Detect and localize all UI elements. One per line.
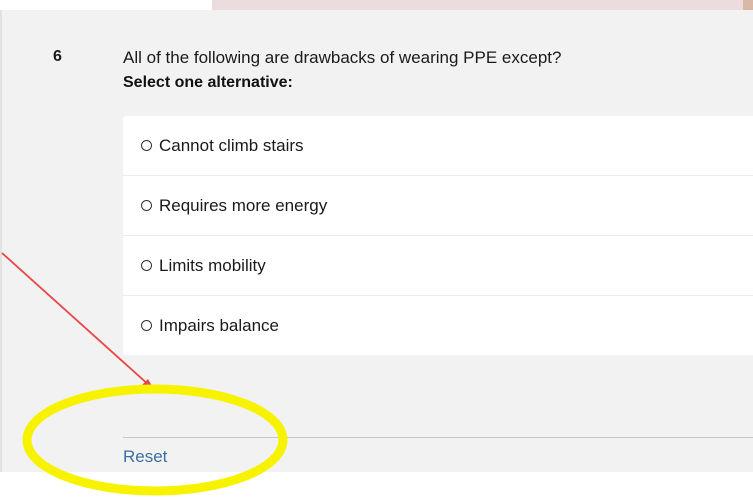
radio-icon[interactable]: [141, 200, 152, 211]
radio-icon[interactable]: [141, 260, 152, 271]
radio-icon[interactable]: [141, 320, 152, 331]
answer-options: Cannot climb stairs Requires more energy…: [123, 116, 753, 355]
answer-option-label: Impairs balance: [159, 315, 280, 335]
quiz-frame: 6 All of the following are drawbacks of …: [0, 0, 753, 502]
answer-option-label: Requires more energy: [159, 195, 328, 215]
question-number: 6: [53, 48, 62, 65]
question-instruction: Select one alternative:: [123, 74, 293, 91]
answer-option-1[interactable]: Cannot climb stairs: [123, 116, 753, 176]
footer-divider: [123, 437, 753, 438]
answer-option-2[interactable]: Requires more energy: [123, 176, 753, 236]
answer-option-label: Limits mobility: [159, 255, 266, 275]
reset-link[interactable]: Reset: [123, 447, 167, 467]
answer-option-label: Cannot climb stairs: [159, 135, 304, 155]
question-panel: 6 All of the following are drawbacks of …: [0, 10, 753, 472]
answer-option-3[interactable]: Limits mobility: [123, 236, 753, 296]
question-text: All of the following are drawbacks of we…: [123, 48, 562, 67]
answer-option-4[interactable]: Impairs balance: [123, 296, 753, 355]
radio-icon[interactable]: [141, 140, 152, 151]
